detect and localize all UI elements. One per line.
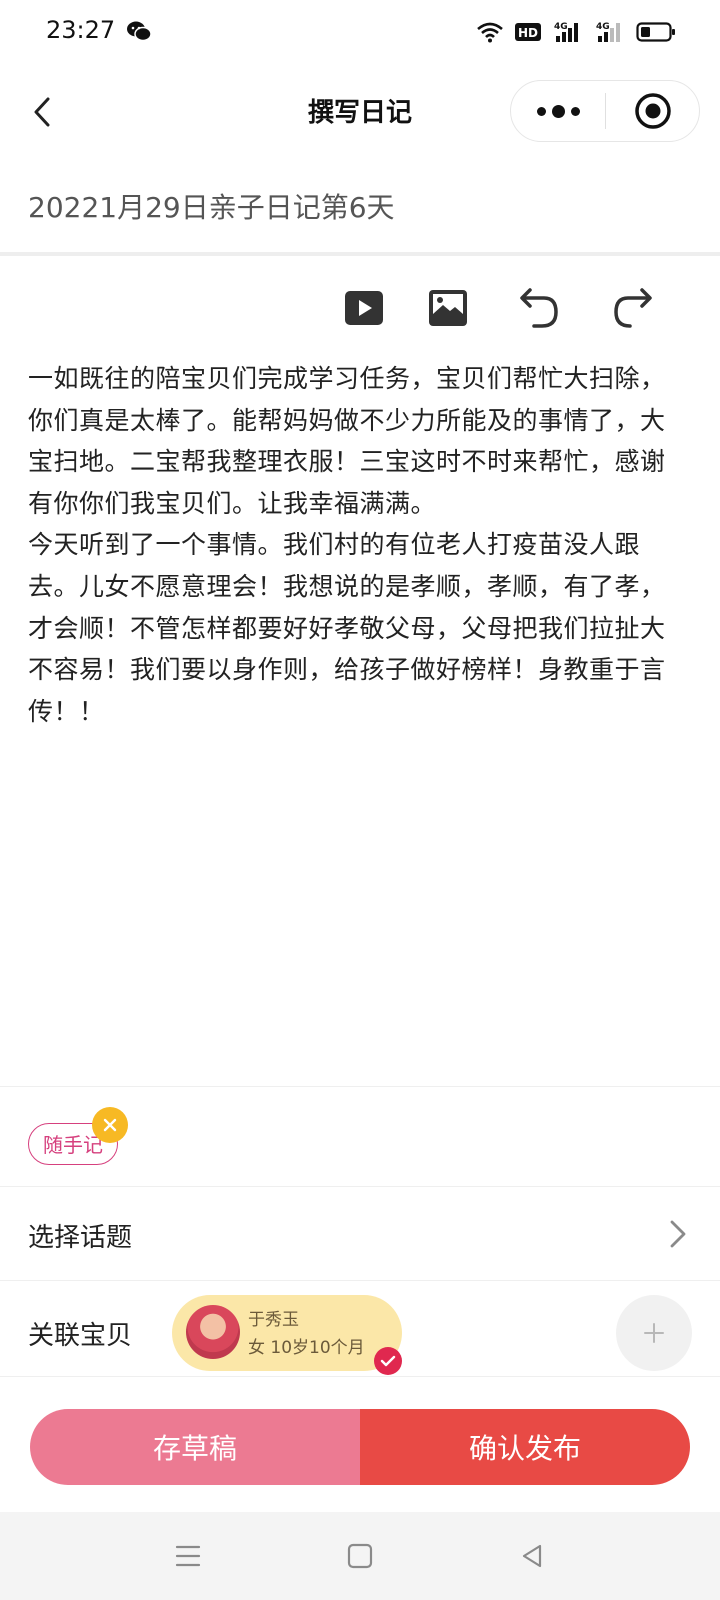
svg-text:HD: HD: [518, 26, 538, 40]
video-icon: [345, 291, 383, 325]
diary-content-editor[interactable]: 一如既往的陪宝贝们完成学习任务，宝贝们帮忙大扫除，你们真是太棒了。能帮妈妈做不少…: [28, 358, 678, 732]
link-baby-label: 关联宝贝: [28, 1321, 133, 1351]
more-button[interactable]: [511, 81, 605, 141]
more-dots-icon: [536, 106, 546, 116]
back-nav-button[interactable]: [512, 1536, 552, 1576]
plus-icon: [644, 1323, 664, 1343]
home-button[interactable]: [340, 1536, 380, 1576]
publish-button[interactable]: 确认发布: [360, 1409, 690, 1485]
svg-text:4G: 4G: [554, 22, 568, 32]
link-baby-row: 关联宝贝 于秀玉 女 10岁10个月: [0, 1280, 720, 1377]
undo-button[interactable]: [512, 280, 568, 336]
save-draft-button[interactable]: 存草稿: [30, 1409, 360, 1485]
target-icon: [635, 93, 671, 129]
remove-tag-button[interactable]: [92, 1107, 128, 1143]
avatar: [186, 1305, 240, 1359]
4g-signal-icon: 4G: [594, 19, 626, 45]
bottom-action-bar: 存草稿 确认发布: [0, 1376, 720, 1513]
status-icons: HD 4G 4G: [476, 16, 676, 48]
editor-toolbar: [0, 280, 720, 342]
content-paragraph: 一如既往的陪宝贝们完成学习任务，宝贝们帮忙大扫除，你们真是太棒了。能帮妈妈做不少…: [28, 364, 666, 518]
wechat-icon: [126, 20, 152, 42]
baby-info: 女 10岁10个月: [248, 1338, 365, 1358]
mini-program-capsule: [510, 80, 700, 142]
close-miniprogram-button[interactable]: [607, 81, 699, 141]
close-icon: [103, 1118, 117, 1132]
back-triangle-icon: [522, 1544, 542, 1568]
4g-signal-icon: 4G: [552, 19, 584, 45]
insert-video-button[interactable]: [336, 280, 392, 336]
action-button-group: 存草稿 确认发布: [30, 1409, 690, 1485]
more-dots-icon-right: [570, 106, 580, 116]
content-paragraph: 今天听到了一个事情。我们村的有位老人打疫苗没人跟去。儿女不愿意理会！我想说的是孝…: [28, 530, 666, 726]
capsule-divider: [605, 93, 606, 129]
status-time: 23:27: [46, 16, 116, 44]
baby-name: 于秀玉: [248, 1310, 299, 1330]
insert-image-button[interactable]: [420, 280, 476, 336]
system-nav-bar: [0, 1512, 720, 1600]
status-bar: 23:27 HD 4G 4G: [0, 0, 720, 64]
diary-title-input[interactable]: 20221月29日亲子日记第6天: [28, 184, 688, 232]
battery-icon: [636, 19, 676, 45]
tag-section: 随手记: [0, 1086, 720, 1187]
menu-button[interactable]: [168, 1536, 208, 1576]
select-topic-label: 选择话题: [28, 1223, 133, 1253]
baby-chip[interactable]: 于秀玉 女 10岁10个月: [172, 1295, 402, 1375]
wifi-icon: [476, 19, 504, 45]
undo-icon: [520, 288, 558, 328]
menu-icon: [175, 1545, 201, 1567]
check-icon: [374, 1347, 402, 1375]
select-topic-row[interactable]: 选择话题: [0, 1186, 720, 1281]
svg-text:4G: 4G: [596, 22, 610, 32]
add-baby-button[interactable]: [616, 1295, 692, 1371]
redo-icon: [614, 288, 652, 328]
nav-bar: 撰写日记: [0, 74, 720, 150]
divider: [0, 252, 720, 256]
home-square-icon: [347, 1543, 373, 1569]
hd-icon: HD: [514, 19, 542, 45]
chevron-right-icon: [666, 1217, 690, 1251]
redo-button[interactable]: [604, 280, 660, 336]
more-dots-icon-center: [551, 104, 565, 118]
image-icon: [429, 290, 467, 326]
